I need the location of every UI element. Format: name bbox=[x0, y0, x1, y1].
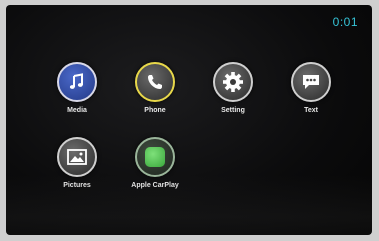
phone-handset-icon bbox=[148, 75, 162, 89]
phone-button[interactable] bbox=[135, 62, 175, 102]
app-phone[interactable]: Phone bbox=[125, 62, 185, 114]
media-button[interactable] bbox=[57, 62, 97, 102]
infotainment-screen: 0:01 Media Phone Setting Text Pictures A… bbox=[6, 5, 372, 235]
app-label-media: Media bbox=[67, 107, 87, 114]
text-button[interactable] bbox=[291, 62, 331, 102]
app-media[interactable]: Media bbox=[47, 62, 107, 114]
apple-carplay-button[interactable] bbox=[135, 137, 175, 177]
app-label-phone: Phone bbox=[144, 107, 166, 114]
app-text[interactable]: Text bbox=[281, 62, 341, 114]
app-setting[interactable]: Setting bbox=[203, 62, 263, 114]
app-pictures[interactable]: Pictures bbox=[47, 137, 107, 189]
gear-icon bbox=[223, 72, 243, 92]
music-note-icon bbox=[69, 73, 83, 89]
app-apple-carplay[interactable]: Apple CarPlay bbox=[125, 137, 185, 189]
app-label-pictures: Pictures bbox=[63, 182, 91, 189]
picture-icon bbox=[67, 149, 87, 165]
pictures-button[interactable] bbox=[57, 137, 97, 177]
app-label-setting: Setting bbox=[221, 107, 245, 114]
app-label-apple-carplay: Apple CarPlay bbox=[131, 182, 179, 189]
display-bezel: 0:01 Media Phone Setting Text Pictures A… bbox=[0, 0, 379, 241]
status-clock: 0:01 bbox=[332, 15, 358, 29]
app-label-text: Text bbox=[304, 107, 318, 114]
speech-bubble-icon bbox=[303, 75, 319, 89]
setting-button[interactable] bbox=[213, 62, 253, 102]
carplay-icon bbox=[145, 147, 165, 167]
